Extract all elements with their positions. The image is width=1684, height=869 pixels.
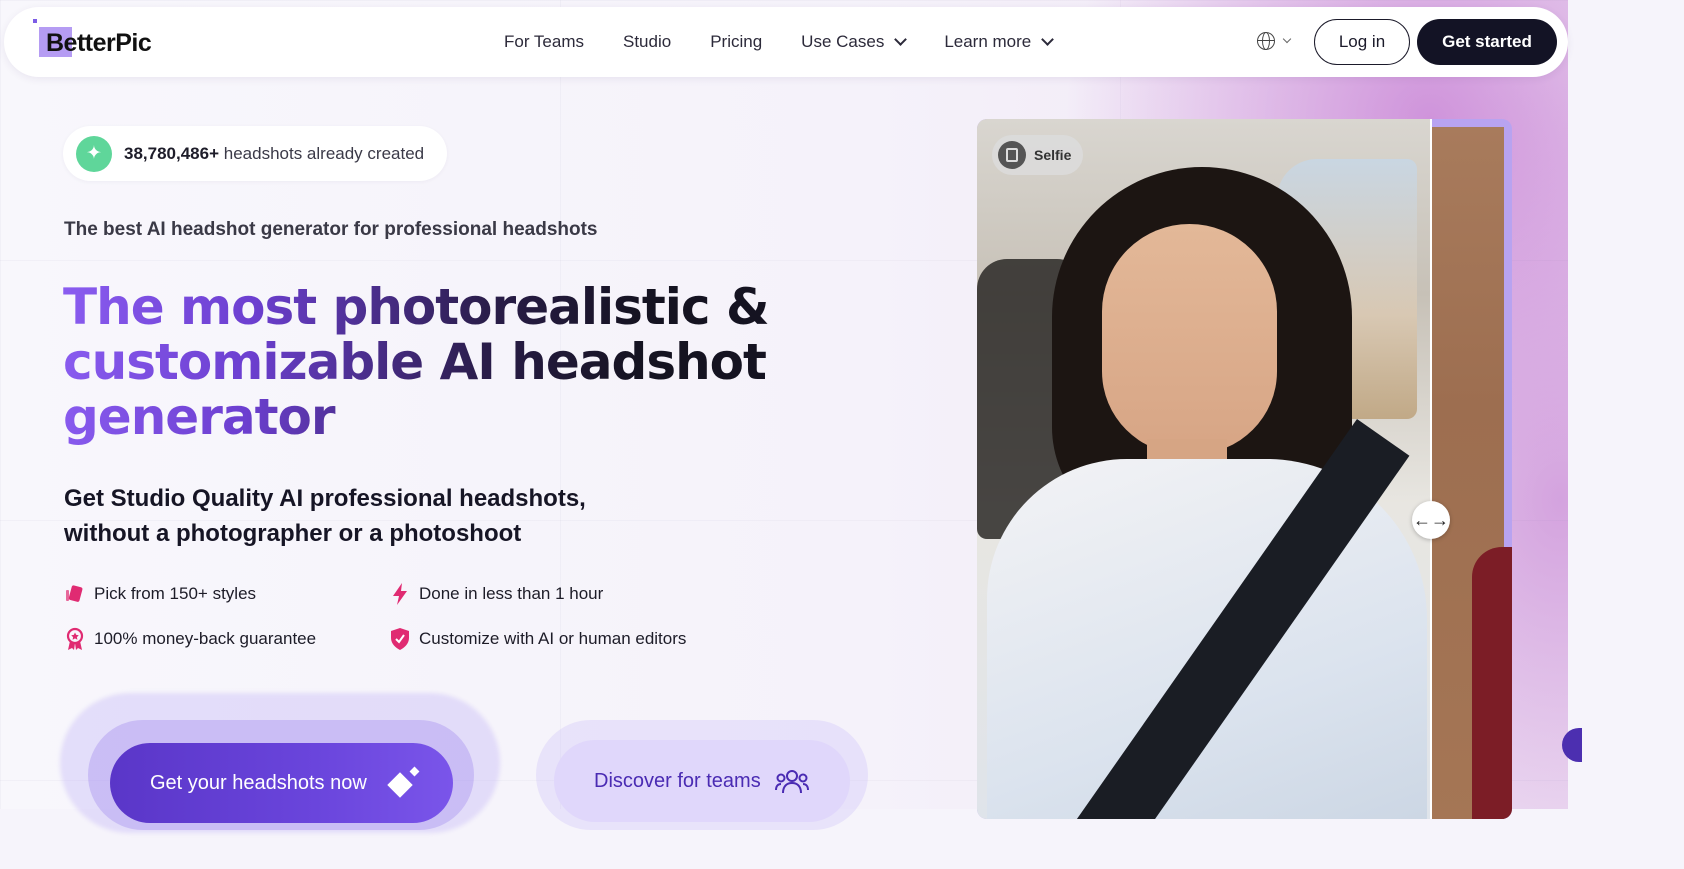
headline-line-1: The most photorealistic & (63, 278, 769, 336)
styles-icon (64, 583, 86, 605)
chevron-down-icon (894, 32, 908, 46)
hero-subheadline: Get Studio Quality AI professional heads… (64, 485, 586, 547)
discover-teams-button[interactable]: Discover for teams (554, 740, 850, 822)
feature-label: Done in less than 1 hour (419, 584, 604, 603)
top-navbar: BetterPic For Teams Studio Pricing Use C… (4, 7, 1568, 77)
language-selector[interactable] (1257, 32, 1292, 50)
headshot-counter-badge: ✦ 38,780,486+ headshots already created (63, 126, 447, 181)
feature-label: Customize with AI or human editors (419, 629, 687, 648)
logo-dot (33, 19, 37, 23)
brand-logo[interactable]: BetterPic (32, 19, 152, 61)
nav-link-studio[interactable]: Studio (623, 32, 671, 52)
brand-name: BetterPic (46, 28, 152, 57)
feature-item: 100% money-back guarantee (64, 627, 317, 650)
nav-dropdown-use-cases[interactable]: Use Cases (801, 32, 908, 52)
selfie-label-badge: Selfie (992, 135, 1084, 175)
button-label: Discover for teams (594, 769, 761, 792)
feature-label: Pick from 150+ styles (94, 584, 257, 603)
nav-link-label: Learn more (944, 32, 1032, 51)
hero-tagline: The best AI headshot generator for profe… (64, 219, 598, 240)
feature-item: Customize with AI or human editors (389, 628, 686, 650)
counter-value: 38,780,486+ (124, 143, 220, 163)
login-button[interactable]: Log in (1314, 19, 1410, 65)
comparison-divider (1430, 119, 1432, 819)
globe-icon (1257, 32, 1275, 50)
main-nav: For Teams Studio Pricing Use Cases Learn… (504, 7, 1091, 77)
nav-link-label: For Teams (504, 32, 584, 51)
arrows-horizontal-icon: ←→ (1413, 509, 1449, 530)
nav-dropdown-learn-more[interactable]: Learn more (944, 32, 1055, 52)
feature-item: Pick from 150+ styles (64, 583, 256, 605)
get-headshots-button[interactable]: Get your headshots now (110, 743, 453, 823)
headline-line-3: generator (63, 388, 335, 446)
chevron-down-icon (1282, 34, 1292, 44)
nav-link-label: Pricing (710, 32, 763, 51)
counter-suffix: headshots already created (223, 143, 425, 163)
after-shoulder (1472, 547, 1512, 819)
portrait-icon (998, 141, 1026, 169)
get-started-button[interactable]: Get started (1417, 19, 1557, 65)
shield-icon (389, 628, 411, 650)
nav-link-for-teams[interactable]: For Teams (504, 32, 584, 52)
nav-link-label: Studio (623, 32, 672, 51)
lightning-icon (389, 583, 411, 605)
comparison-slider-handle[interactable]: ←→ (1412, 501, 1450, 539)
button-label: Get your headshots now (150, 771, 367, 794)
counter-text: 38,780,486+ headshots already created (124, 144, 424, 164)
sparkle-diamond-icon (387, 766, 421, 798)
award-icon (64, 627, 86, 650)
feature-label: 100% money-back guarantee (94, 629, 317, 648)
sparkle-icon: ✦ (76, 135, 112, 172)
face (1102, 224, 1277, 454)
hero-headline: The most photorealistic & customizable A… (63, 280, 823, 445)
headline-line-2: customizable AI headshot (63, 333, 766, 391)
nav-link-label: Use Cases (801, 32, 885, 51)
chevron-down-icon (1041, 32, 1055, 46)
feature-item: Done in less than 1 hour (389, 583, 603, 605)
before-after-comparison: Selfie ←→ (977, 119, 1512, 819)
selfie-label: Selfie (1034, 147, 1072, 163)
before-selfie-image: Selfie (977, 119, 1430, 819)
nav-link-pricing[interactable]: Pricing (710, 32, 762, 52)
team-icon (774, 767, 809, 795)
after-headshot-image (1432, 127, 1512, 819)
